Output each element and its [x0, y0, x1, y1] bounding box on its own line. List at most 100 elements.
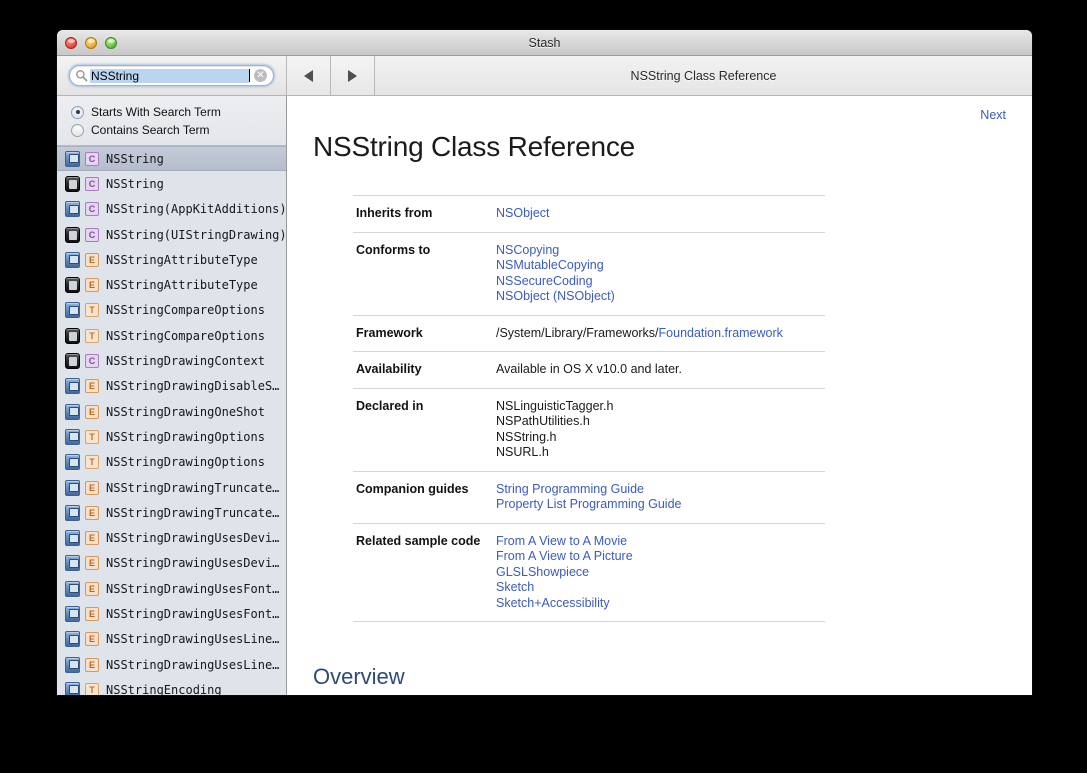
list-item[interactable]: E NSStringDrawingUsesLine…: [57, 652, 286, 677]
metadata-row-value: Available in OS X v10.0 and later.: [496, 352, 825, 389]
forward-button[interactable]: [331, 56, 375, 95]
list-item[interactable]: T NSStringDrawingOptions: [57, 450, 286, 475]
list-item[interactable]: C NSStringDrawingContext: [57, 348, 286, 373]
table-row: Availability Available in OS X v10.0 and …: [353, 352, 825, 389]
kind-badge-icon: E: [85, 531, 99, 546]
kind-badge-icon: C: [85, 176, 99, 191]
search-input[interactable]: NSString ✕: [69, 65, 274, 86]
kind-badge-icon: E: [85, 505, 99, 520]
list-item[interactable]: T NSStringCompareOptions: [57, 323, 286, 348]
sidebar: Starts With Search Term Contains Search T…: [57, 96, 287, 695]
metadata-link[interactable]: GLSLShowpiece: [496, 565, 589, 579]
list-item[interactable]: E NSStringDrawingTruncate…: [57, 475, 286, 500]
metadata-link[interactable]: From A View to A Picture: [496, 549, 633, 563]
radio-button-icon[interactable]: [71, 123, 84, 137]
list-item[interactable]: E NSStringAttributeType: [57, 247, 286, 272]
list-item-label: NSStringCompareOptions: [106, 303, 265, 318]
metadata-row-value: From A View to A Movie From A View to A P…: [496, 523, 825, 622]
metadata-row-header: Conforms to: [356, 242, 431, 257]
list-item[interactable]: C NSString: [57, 171, 286, 196]
list-item[interactable]: C NSString(AppKitAdditions): [57, 197, 286, 222]
scope-option-1[interactable]: Contains Search Term: [71, 121, 286, 139]
mac-platform-icon: [65, 428, 80, 445]
list-item[interactable]: E NSStringDrawingUsesDevi…: [57, 551, 286, 576]
scope-option-0[interactable]: Starts With Search Term: [71, 103, 286, 121]
text-caret: [249, 69, 250, 82]
mac-platform-icon: [65, 605, 80, 622]
list-item[interactable]: E NSStringDrawingDisableS…: [57, 374, 286, 399]
metadata-value-line: /System/Library/Frameworks/Foundation.fr…: [496, 326, 825, 342]
mac-platform-icon: [65, 504, 80, 521]
metadata-row-value: /System/Library/Frameworks/Foundation.fr…: [496, 315, 825, 352]
radio-button-icon[interactable]: [71, 105, 84, 119]
list-item-label: NSString: [106, 151, 164, 166]
list-item[interactable]: E NSStringDrawingTruncate…: [57, 500, 286, 525]
mac-platform-icon: [65, 530, 80, 547]
metadata-link[interactable]: Sketch: [496, 580, 534, 594]
metadata-link[interactable]: Foundation.framework: [659, 326, 783, 340]
table-row: Conforms to NSCopying NSMutableCopying NSSe…: [353, 232, 825, 315]
list-item[interactable]: E NSStringDrawingUsesFont…: [57, 601, 286, 626]
search-icon: [76, 70, 88, 82]
metadata-value-line: NSObject (NSObject): [496, 289, 825, 305]
kind-badge-icon: C: [85, 354, 99, 369]
minimize-button[interactable]: [85, 36, 97, 49]
next-link[interactable]: Next: [980, 108, 1006, 122]
mac-platform-icon: [65, 378, 80, 395]
metadata-link[interactable]: NSObject: [496, 206, 550, 220]
content-pane[interactable]: Next NSString Class Reference Inherits f…: [287, 96, 1032, 695]
kind-badge-icon: E: [85, 556, 99, 571]
traffic-light-group: [65, 36, 117, 49]
table-row: Related sample code From A View to A Movi…: [353, 523, 825, 622]
scope-option-label: Contains Search Term: [91, 123, 210, 137]
metadata-value-line: NSLinguisticTagger.h: [496, 399, 825, 415]
kind-badge-icon: T: [85, 303, 99, 318]
back-button[interactable]: [287, 56, 331, 95]
ios-platform-icon: [65, 327, 80, 344]
metadata-link[interactable]: Property List Programming Guide: [496, 497, 682, 511]
search-results-list[interactable]: C NSString C NSString C NSString(AppKitAdditi…: [57, 146, 286, 695]
metadata-value-line: NSPathUtilities.h: [496, 414, 825, 430]
close-button[interactable]: [65, 36, 77, 49]
metadata-link[interactable]: Sketch+Accessibility: [496, 596, 610, 610]
list-item[interactable]: C NSString: [57, 146, 286, 172]
kind-badge-icon: C: [85, 202, 99, 217]
kind-badge-icon: T: [85, 328, 99, 343]
metadata-value-line: NSCopying: [496, 243, 825, 259]
metadata-value-line: Available in OS X v10.0 and later.: [496, 362, 825, 378]
list-item[interactable]: E NSStringDrawingOneShot: [57, 399, 286, 424]
mac-platform-icon: [65, 681, 80, 695]
metadata-link[interactable]: String Programming Guide: [496, 482, 644, 496]
list-item-label: NSStringDrawingDisableS…: [106, 379, 280, 394]
list-item-label: NSStringDrawingUsesFont…: [106, 606, 280, 621]
list-item[interactable]: T NSStringCompareOptions: [57, 298, 286, 323]
kind-badge-icon: E: [85, 404, 99, 419]
list-item[interactable]: T NSStringDrawingOptions: [57, 424, 286, 449]
list-item-label: NSStringDrawingUsesFont…: [106, 581, 280, 596]
metadata-link[interactable]: NSObject (NSObject): [496, 289, 615, 303]
kind-badge-icon: T: [85, 455, 99, 470]
metadata-value-line: Property List Programming Guide: [496, 497, 825, 513]
clear-icon[interactable]: ✕: [254, 69, 267, 82]
list-item[interactable]: E NSStringDrawingUsesDevi…: [57, 525, 286, 550]
mac-platform-icon: [65, 479, 80, 496]
list-item[interactable]: E NSStringAttributeType: [57, 272, 286, 297]
metadata-link[interactable]: NSCopying: [496, 243, 559, 257]
metadata-row-value: NSObject: [496, 196, 825, 233]
list-item[interactable]: E NSStringDrawingUsesFont…: [57, 576, 286, 601]
metadata-link[interactable]: NSSecureCoding: [496, 274, 593, 288]
mac-platform-icon: [65, 631, 80, 648]
list-item[interactable]: C NSString(UIStringDrawing): [57, 222, 286, 247]
zoom-button[interactable]: [105, 36, 117, 49]
mac-platform-icon: [65, 454, 80, 471]
chevron-left-icon: [304, 69, 313, 82]
list-item[interactable]: T NSStringEncoding: [57, 677, 286, 695]
metadata-link[interactable]: NSMutableCopying: [496, 258, 604, 272]
metadata-text: NSURL.h: [496, 445, 549, 459]
list-item-label: NSStringDrawingUsesDevi…: [106, 531, 280, 546]
list-item[interactable]: E NSStringDrawingUsesLine…: [57, 627, 286, 652]
list-item-label: NSStringDrawingTruncate…: [106, 480, 280, 495]
kind-badge-icon: E: [85, 657, 99, 672]
list-item-label: NSStringDrawingOptions: [106, 429, 265, 444]
metadata-link[interactable]: From A View to A Movie: [496, 534, 627, 548]
